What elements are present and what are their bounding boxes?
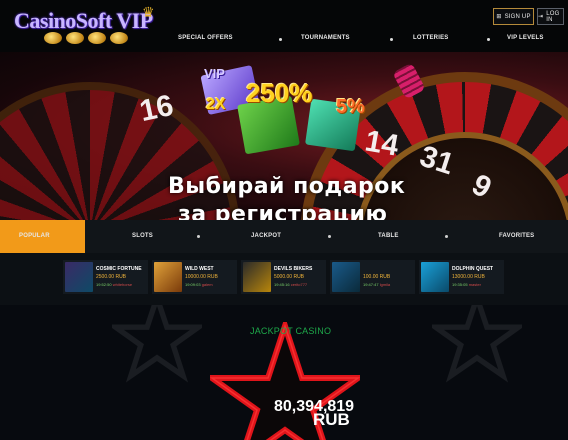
promo-badge: VIP [204,66,225,81]
game-card[interactable]: DEVILS BIKERS 5000.00 RUB 19:45:16 cerit… [241,260,326,294]
tab-separator [328,235,331,238]
game-win-amount: 100.00 RUB [363,274,391,280]
promo-percent: 250% [246,78,313,108]
game-win-amount: 5000.00 RUB [274,274,305,280]
user-add-icon: ⊞ [496,14,502,20]
casino-page: CasinoSoft VIP ♛ ⊞ SIGN UP ⇥ LOG IN SPEC… [0,0,568,440]
star-icon [112,305,202,383]
tab-separator [445,235,448,238]
game-thumbnail[interactable] [332,262,360,292]
tab-jackpot[interactable]: JACKPOT [251,233,281,239]
game-thumbnail[interactable] [65,262,93,292]
promo-cashback: 5% [336,96,365,118]
win-time: 19:47:47 [363,282,379,287]
login-button[interactable]: ⇥ LOG IN [537,8,564,25]
promo-banner[interactable]: 16 14 31 9 VIP 2X 250% 5% Выбирай подаро… [0,52,568,220]
tab-table[interactable]: TABLE [378,233,399,239]
game-title: WILD WEST [185,266,214,272]
tab-slots[interactable]: SLOTS [132,233,153,239]
game-win-amount: 13000.00 RUB [452,274,485,280]
game-title: DEVILS BIKERS [274,266,313,272]
nav-lotteries[interactable]: LOTTERIES [413,35,448,47]
jackpot-currency: RUB [313,410,350,429]
tab-favorites[interactable]: FAVORITES [499,233,534,239]
nav-tournaments[interactable]: TOURNAMENTS [301,35,350,47]
tab-separator [197,235,200,238]
game-win-meta: 19:09:03 galem [185,282,213,287]
nav-special-offers[interactable]: SPECIAL OFFERS [178,35,233,47]
game-card[interactable]: WILD WEST 10000.00 RUB 19:09:03 galem [152,260,237,294]
game-win-meta: 19:35:05 master [452,282,481,287]
roulette-number: 14 [362,124,402,163]
win-user: whitehorse [112,282,133,287]
star-icon [432,305,522,383]
win-user: cerito777 [290,282,308,287]
game-thumbnail[interactable] [154,262,182,292]
promo-multiplier: 2X [206,96,226,113]
nav-separator [487,38,490,41]
game-card[interactable]: COSMIC FORTUNE 2500.00 RUB 19:52:50 whit… [63,260,148,294]
login-icon: ⇥ [538,14,544,20]
crown-icon: ♛ [142,4,155,20]
tab-popular[interactable]: POPULAR [19,233,50,239]
logo-text: CasinoSoft VIP [14,8,153,33]
roulette-number: 16 [136,88,177,129]
game-card[interactable]: 100.00 RUB 19:47:47 lgmila [330,260,415,294]
win-user: master [468,282,481,287]
hero-headline: Выбирай подарок [168,174,406,199]
category-tabs [0,220,568,253]
game-win-meta: 19:52:50 whitehorse [96,282,132,287]
nav-separator [390,38,393,41]
game-title: COSMIC FORTUNE [96,266,142,272]
game-card[interactable]: DOLPHIN QUEST 13000.00 RUB 19:35:05 mast… [419,260,504,294]
site-header: CasinoSoft VIP ♛ ⊞ SIGN UP ⇥ LOG IN SPEC… [0,0,568,52]
game-thumbnail[interactable] [243,262,271,292]
hero-subheadline: за регистрацию [178,202,388,220]
win-time: 19:45:16 [274,282,290,287]
win-user: galem [201,282,213,287]
casino-logo[interactable]: CasinoSoft VIP ♛ [14,4,189,46]
win-time: 19:52:50 [96,282,112,287]
jackpot-title: JACKPOT CASINO [250,326,332,336]
game-title: DOLPHIN QUEST [452,266,494,272]
coins-icon [44,32,154,44]
game-thumbnail[interactable] [421,262,449,292]
signup-label: SIGN UP [504,13,531,20]
nav-vip-levels[interactable]: VIP LEVELS [507,35,544,47]
gift-boxes-graphic: VIP 2X 250% 5% [196,60,366,155]
win-time: 19:09:03 [185,282,201,287]
game-win-meta: 19:47:47 lgmila [363,282,390,287]
win-time: 19:35:05 [452,282,468,287]
game-win-meta: 19:45:16 cerito777 [274,282,307,287]
game-win-amount: 2500.00 RUB [96,274,127,280]
win-user: lgmila [379,282,391,287]
signup-button[interactable]: ⊞ SIGN UP [493,8,534,25]
nav-separator [279,38,282,41]
login-label: LOG IN [546,10,560,23]
game-win-amount: 10000.00 RUB [185,274,218,280]
